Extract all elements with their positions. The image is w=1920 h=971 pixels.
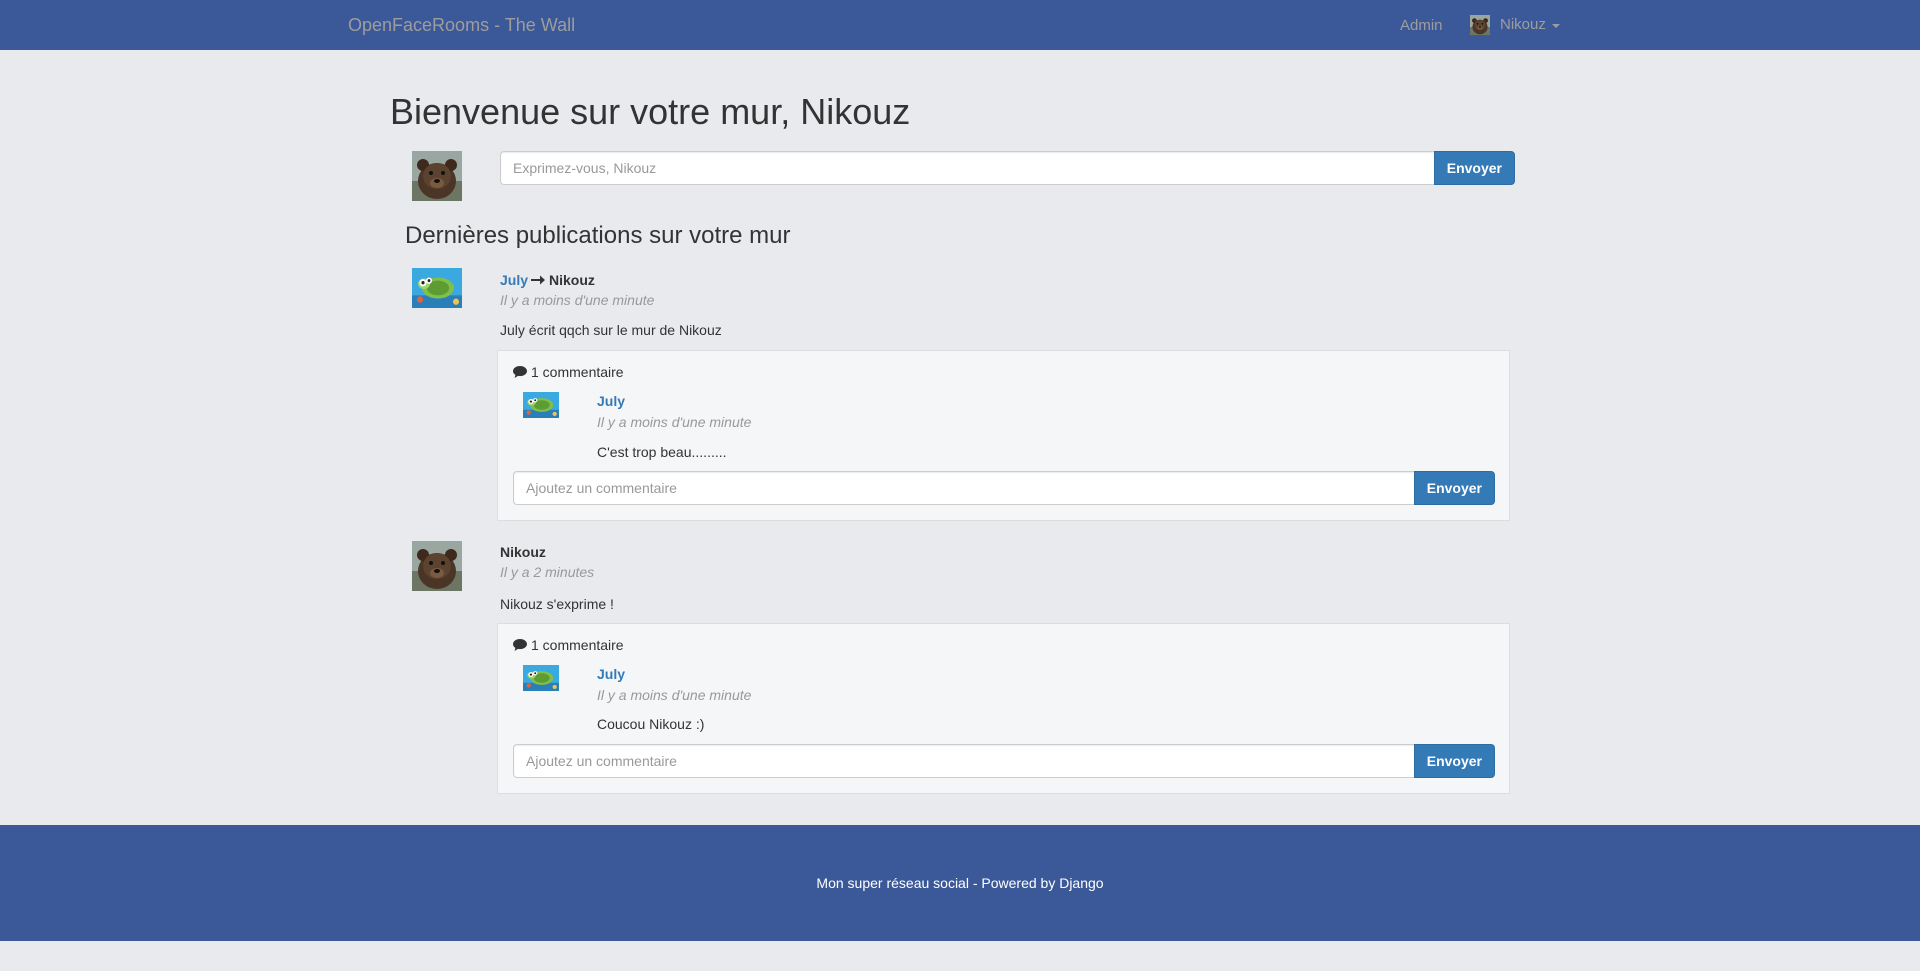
comment-form: Envoyer [513, 744, 1495, 778]
page-title: Bienvenue sur votre mur, Nikouz [390, 91, 911, 132]
comments-panel: 1 commentaire July Il y a moins d'une mi… [497, 623, 1510, 794]
comment-count: 1 commentaire [513, 635, 624, 655]
post-body: Nikouz s'exprime ! [500, 596, 614, 612]
post-author-link[interactable]: July [500, 270, 528, 290]
comment-submit-button[interactable]: Envoyer [1413, 744, 1495, 778]
comment-input[interactable] [513, 471, 1414, 505]
comment-timestamp: Il y a moins d'une minute [597, 414, 752, 430]
post-timestamp: Il y a moins d'une minute [500, 292, 655, 308]
bear-avatar-icon [1470, 15, 1490, 35]
post-header: Nikouz [500, 542, 546, 562]
fish-avatar-icon [412, 268, 462, 308]
section-title: Dernières publications sur votre mur [405, 222, 791, 249]
comment-body: Coucou Nikouz :) [597, 716, 705, 732]
comment-timestamp: Il y a moins d'une minute [597, 687, 752, 703]
navbar: OpenFaceRooms - The Wall Admin Nikouz [0, 0, 1920, 50]
comment-count-label: 1 commentaire [531, 364, 624, 380]
user-menu-label: Nikouz [1500, 16, 1546, 33]
comment-author-link[interactable]: July [597, 391, 625, 411]
comment-icon [513, 639, 527, 651]
user-menu-dropdown[interactable]: Nikouz [1470, 14, 1560, 36]
comment-author-link[interactable]: July [597, 664, 625, 684]
comment-body: C'est trop beau......... [597, 444, 727, 460]
status-submit-button[interactable]: Envoyer [1433, 151, 1515, 185]
footer-text: Mon super réseau social - Powered by Dja… [816, 875, 1104, 891]
fish-avatar-icon [523, 392, 559, 418]
brand-link[interactable]: OpenFaceRooms - The Wall [348, 15, 575, 35]
footer: Mon super réseau social - Powered by Dja… [0, 825, 1920, 941]
comment-count: 1 commentaire [513, 362, 624, 382]
post-timestamp: Il y a 2 minutes [500, 564, 595, 580]
status-form: Envoyer [500, 151, 1515, 185]
arrow-right-icon [531, 275, 546, 285]
post-recipient: Nikouz [549, 272, 595, 288]
comment-icon [513, 366, 527, 378]
comment-count-label: 1 commentaire [531, 637, 624, 653]
bear-avatar-icon [412, 151, 462, 201]
fish-avatar-icon [523, 665, 559, 691]
post-author: Nikouz [500, 544, 546, 560]
comments-panel: 1 commentaire July Il y a moins d'une mi… [497, 350, 1510, 521]
comment-form: Envoyer [513, 471, 1495, 505]
status-input[interactable] [500, 151, 1434, 185]
comment-input[interactable] [513, 744, 1414, 778]
comment-submit-button[interactable]: Envoyer [1413, 471, 1495, 505]
post-header: July Nikouz [500, 270, 595, 290]
bear-avatar-icon [412, 541, 462, 591]
admin-link[interactable]: Admin [1400, 16, 1443, 36]
post-body: July écrit qqch sur le mur de Nikouz [500, 322, 722, 338]
caret-down-icon [1551, 24, 1560, 28]
